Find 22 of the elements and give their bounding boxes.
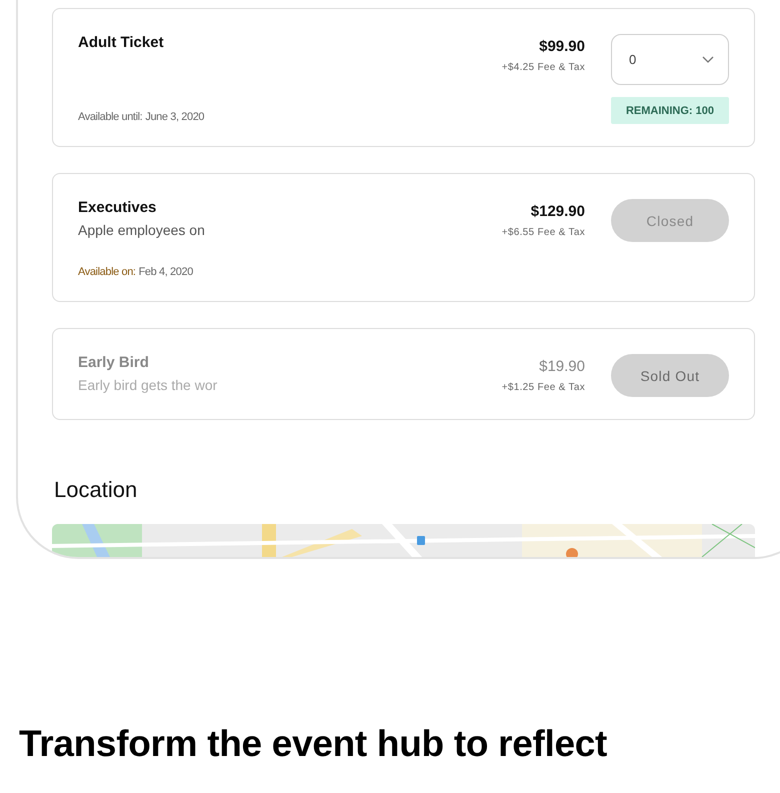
- section-title: Location: [53, 476, 138, 504]
- headline: Transform the event hub to reflect: [18, 722, 608, 766]
- availability-date: Feb 4, 2020: [138, 265, 193, 279]
- availability-date: June 3, 2020: [145, 110, 204, 124]
- remaining-badge: REMAINING: 100: [611, 97, 729, 124]
- status-button[interactable]: Closed: [611, 199, 729, 242]
- ticket-description: Early bird gets the wor: [78, 376, 218, 394]
- ticket-price: $129.90: [530, 203, 585, 221]
- fee-text: +$1.25 Fee & Tax: [502, 382, 585, 393]
- ticket-name: Executives: [78, 199, 158, 217]
- fee-text: +$6.55 Fee & Tax: [502, 227, 585, 238]
- ticket-name: Adult Ticket: [78, 34, 165, 52]
- chevron-down-icon: [702, 56, 714, 63]
- quantity-select[interactable]: 0: [611, 34, 729, 85]
- ticket-description: Apple employees on: [78, 221, 206, 239]
- availability-label: Available until:: [78, 110, 142, 124]
- status-button[interactable]: Sold Out: [611, 354, 729, 397]
- fee-text: +$4.25 Fee & Tax: [502, 62, 585, 73]
- ticket-price: $19.90: [539, 358, 585, 376]
- ticket-name: Early Bird: [78, 354, 150, 372]
- ticket-price: $99.90: [539, 38, 585, 56]
- availability-label: Available on:: [78, 265, 136, 279]
